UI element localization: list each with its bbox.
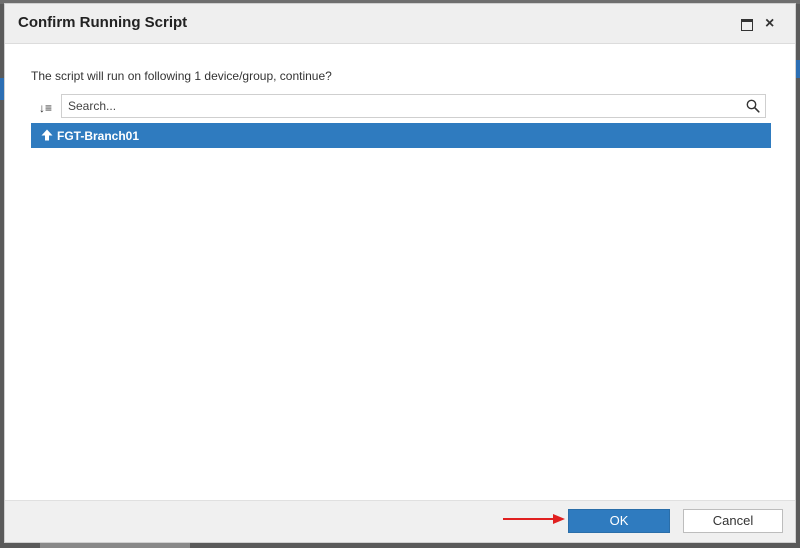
- up-arrow-icon: [41, 129, 53, 141]
- dialog-message: The script will run on following 1 devic…: [31, 69, 332, 83]
- search-icon[interactable]: [746, 99, 760, 113]
- ok-button[interactable]: OK: [568, 509, 670, 533]
- backdrop-right-accent: [796, 60, 800, 78]
- list-item[interactable]: FGT-Branch01: [31, 123, 771, 148]
- dialog-footer: OK Cancel: [5, 500, 795, 542]
- sort-icon[interactable]: ↓≡: [39, 99, 55, 117]
- search-input[interactable]: [62, 95, 744, 117]
- search-box: [61, 94, 766, 118]
- confirm-running-script-dialog: Confirm Running Script × The script will…: [4, 3, 796, 543]
- dialog-titlebar: Confirm Running Script ×: [5, 4, 795, 44]
- device-list: FGT-Branch01: [31, 123, 771, 503]
- list-item-label: FGT-Branch01: [57, 129, 140, 143]
- cancel-button[interactable]: Cancel: [683, 509, 783, 533]
- maximize-icon[interactable]: [739, 16, 755, 32]
- close-icon[interactable]: ×: [765, 16, 781, 32]
- annotation-arrow-icon: [503, 514, 565, 524]
- dialog-title: Confirm Running Script: [18, 14, 188, 31]
